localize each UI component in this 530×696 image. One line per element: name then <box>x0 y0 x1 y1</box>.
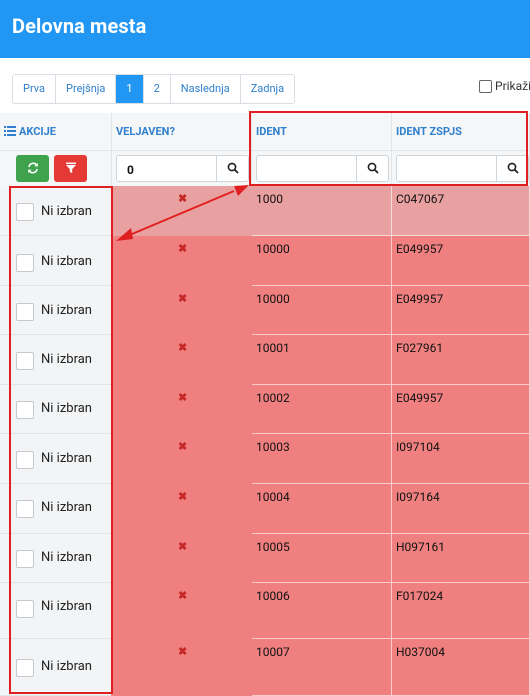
veljaven-filter-search-button[interactable] <box>216 155 249 182</box>
row-select-label: Ni izbran <box>41 254 92 269</box>
page-title: Delovna mesta <box>12 14 147 38</box>
row-select-checkbox[interactable] <box>16 550 34 568</box>
invalid-icon: ✖ <box>178 292 188 305</box>
row-select-label: Ni izbran <box>41 401 92 416</box>
cell-ident-zspjs: C047067 <box>392 186 530 236</box>
cell-ident: 10007 <box>252 639 392 696</box>
invalid-icon: ✖ <box>178 589 188 602</box>
row-select-checkbox[interactable] <box>16 352 34 370</box>
row-select-label: Ni izbran <box>41 451 92 466</box>
table-row[interactable]: Ni izbran ✖ 10000 E049957 <box>0 236 530 286</box>
cell-ident-zspjs: H097161 <box>392 534 530 583</box>
row-select-label: Ni izbran <box>41 500 92 515</box>
cell-ident: 10000 <box>252 236 392 286</box>
table-row[interactable]: Ni izbran ✖ 10001 F027961 <box>0 335 530 385</box>
cell-ident-zspjs: E049957 <box>392 286 530 335</box>
pager-next[interactable]: Naslednja <box>170 75 241 103</box>
invalid-icon: ✖ <box>178 341 188 354</box>
column-header-akcije-label: AKCIJE <box>19 125 56 138</box>
filter-icon <box>65 159 77 178</box>
row-select-checkbox[interactable] <box>16 500 34 518</box>
table-row[interactable]: Ni izbran ✖ 10003 I097104 <box>0 434 530 484</box>
row-select-label: Ni izbran <box>41 659 92 674</box>
cell-ident: 10002 <box>252 385 392 434</box>
filter-cell-ident-zspjs <box>392 151 530 186</box>
cell-ident-zspjs: I097104 <box>392 434 530 484</box>
refresh-button[interactable] <box>16 155 49 182</box>
cell-ident: 10003 <box>252 434 392 484</box>
ident-zspjs-filter-input[interactable] <box>396 155 497 182</box>
cell-ident-zspjs: F027961 <box>392 335 530 385</box>
clear-filter-button[interactable] <box>54 155 87 182</box>
app-header: Delovna mesta <box>0 0 530 58</box>
column-header-akcije[interactable]: AKCIJE <box>0 113 112 151</box>
pager-previous[interactable]: Prejšnja <box>56 75 117 103</box>
pagination: Prva Prejšnja 1 2 Naslednja Zadnja <box>12 74 296 104</box>
invalid-icon: ✖ <box>178 391 188 404</box>
ident-zspjs-filter-search-button[interactable] <box>496 155 529 182</box>
cell-ident: 10000 <box>252 286 392 335</box>
search-icon <box>227 159 239 178</box>
row-select-checkbox[interactable] <box>16 303 34 321</box>
table-row[interactable]: Ni izbran ✖ 1000 C047067 <box>0 186 530 236</box>
row-select-checkbox[interactable] <box>16 203 34 221</box>
row-select-checkbox[interactable] <box>16 600 34 618</box>
invalid-icon: ✖ <box>178 490 188 503</box>
table-row[interactable]: Ni izbran ✖ 10000 E049957 <box>0 286 530 335</box>
cell-ident: 10001 <box>252 335 392 385</box>
filter-cell-ident <box>252 151 392 186</box>
row-select-checkbox[interactable] <box>16 659 34 677</box>
search-icon <box>507 159 519 178</box>
table-row[interactable]: Ni izbran ✖ 10005 H097161 <box>0 534 530 583</box>
table-row[interactable]: Ni izbran ✖ 10004 I097164 <box>0 484 530 534</box>
row-select-label: Ni izbran <box>41 550 92 565</box>
cell-ident: 10004 <box>252 484 392 534</box>
show-option-checkbox[interactable] <box>479 79 492 93</box>
search-icon <box>367 159 379 178</box>
table-row[interactable]: Ni izbran ✖ 10007 H037004 <box>0 639 530 696</box>
invalid-icon: ✖ <box>178 440 188 453</box>
row-select-label: Ni izbran <box>41 303 92 318</box>
ident-filter-search-button[interactable] <box>356 155 389 182</box>
column-header-veljaven[interactable]: VELJAVEN? <box>112 113 252 151</box>
cell-ident-zspjs: E049957 <box>392 236 530 286</box>
invalid-icon: ✖ <box>178 540 188 553</box>
table-row[interactable]: Ni izbran ✖ 10006 F017024 <box>0 583 530 639</box>
list-icon <box>4 126 16 139</box>
table-row[interactable]: Ni izbran ✖ 10002 E049957 <box>0 385 530 434</box>
cell-ident: 10005 <box>252 534 392 583</box>
show-option-label: Prikaži <box>495 79 530 93</box>
row-select-checkbox[interactable] <box>16 254 34 272</box>
filter-cell-veljaven: 0 <box>112 151 252 186</box>
row-select-checkbox[interactable] <box>16 401 34 419</box>
cell-ident: 1000 <box>252 186 392 236</box>
cell-ident-zspjs: E049957 <box>392 385 530 434</box>
ident-filter-input[interactable] <box>256 155 357 182</box>
row-select-label: Ni izbran <box>41 204 92 219</box>
cell-ident-zspjs: F017024 <box>392 583 530 639</box>
invalid-icon: ✖ <box>178 242 188 255</box>
invalid-icon: ✖ <box>178 645 188 658</box>
pager-first[interactable]: Prva <box>13 75 56 103</box>
invalid-icon: ✖ <box>178 192 188 205</box>
pager-last[interactable]: Zadnja <box>240 75 295 103</box>
veljaven-filter-input[interactable]: 0 <box>116 155 217 182</box>
row-select-label: Ni izbran <box>41 352 92 367</box>
column-header-ident-zspjs[interactable]: IDENT ZSPJS <box>392 113 530 151</box>
cell-ident-zspjs: H037004 <box>392 639 530 696</box>
cell-ident-zspjs: I097164 <box>392 484 530 534</box>
cell-ident: 10006 <box>252 583 392 639</box>
pager-page-1[interactable]: 1 <box>116 75 144 103</box>
show-option[interactable]: Prikaži <box>479 79 530 93</box>
row-select-label: Ni izbran <box>41 599 92 614</box>
row-select-checkbox[interactable] <box>16 451 34 469</box>
pager-page-2[interactable]: 2 <box>143 75 171 103</box>
refresh-icon <box>27 159 39 178</box>
column-header-ident[interactable]: IDENT <box>252 113 392 151</box>
